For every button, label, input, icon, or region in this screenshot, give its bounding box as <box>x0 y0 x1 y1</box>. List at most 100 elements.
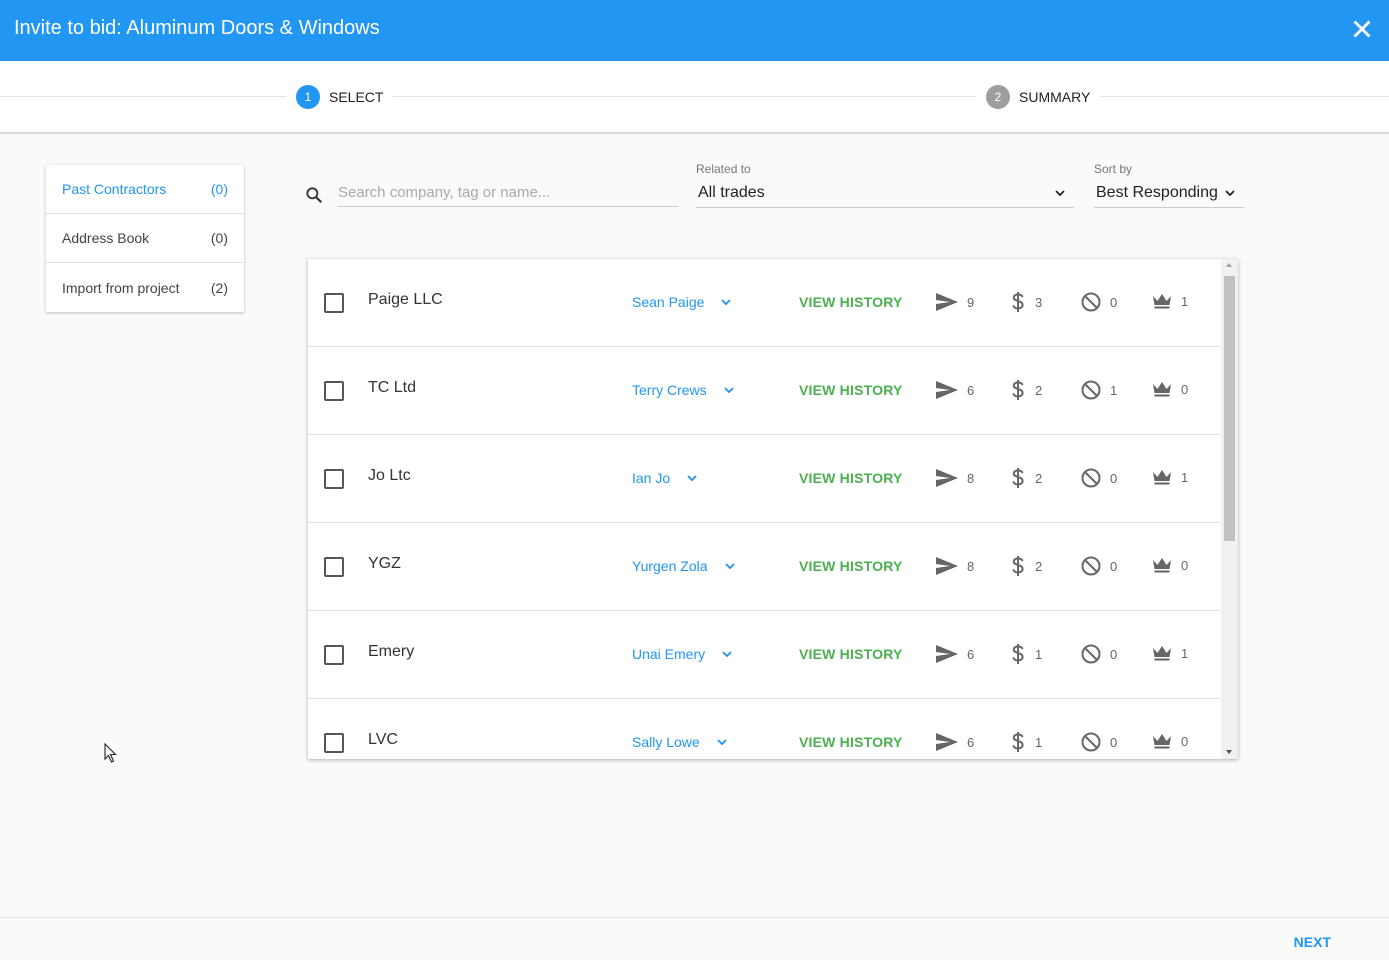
row-checkbox[interactable] <box>324 381 344 401</box>
sent-count: 8 <box>967 558 975 574</box>
crown-icon <box>1153 294 1171 309</box>
sidebar-item-count: (0) <box>210 230 228 246</box>
view-history-button[interactable]: VIEW HISTORY <box>799 294 903 310</box>
contact-dropdown[interactable]: Ian Jo <box>632 470 700 486</box>
bids-stat: 1 <box>1009 731 1042 753</box>
related-to-select[interactable]: All trades <box>696 178 1074 208</box>
step-select[interactable]: 1 SELECT <box>286 85 394 109</box>
sidebar-item-address-book[interactable]: Address Book (0) <box>46 214 244 263</box>
view-history-button[interactable]: VIEW HISTORY <box>799 646 903 662</box>
declined-stat: 0 <box>1080 555 1117 577</box>
block-icon <box>1081 292 1101 312</box>
scrollbar-thumb[interactable] <box>1224 276 1235 541</box>
block-icon <box>1081 468 1101 488</box>
sent-count: 8 <box>967 470 975 486</box>
won-count: 0 <box>1181 733 1189 749</box>
send-icon <box>936 645 958 663</box>
declined-stat: 0 <box>1080 291 1117 313</box>
search-input[interactable] <box>338 179 678 207</box>
table-row: Paige LLC Sean Paige VIEW HISTORY 9 3 0 <box>308 259 1221 347</box>
next-button[interactable]: NEXT <box>1294 934 1331 950</box>
table-row: Jo Ltc Ian Jo VIEW HISTORY 8 2 0 1 <box>308 435 1221 523</box>
bids-count: 2 <box>1035 470 1043 486</box>
company-name: Jo Ltc <box>368 467 411 484</box>
bids-stat: 2 <box>1009 379 1042 401</box>
stepper: 1 SELECT 2 SUMMARY <box>0 61 1389 134</box>
contact-name: Unai Emery <box>632 646 706 662</box>
view-history-button[interactable]: VIEW HISTORY <box>799 382 903 398</box>
contact-dropdown[interactable]: Yurgen Zola <box>632 558 738 574</box>
source-sidebar: Past Contractors (0) Address Book (0) Im… <box>46 165 244 312</box>
dollar-icon <box>1012 732 1024 752</box>
table-row: YGZ Yurgen Zola VIEW HISTORY 8 2 0 0 <box>308 523 1221 611</box>
declined-count: 1 <box>1110 382 1118 398</box>
mouse-cursor-icon <box>104 743 117 763</box>
crown-icon <box>1153 558 1171 573</box>
contact-dropdown[interactable]: Unai Emery <box>632 646 735 662</box>
table-row: TC Ltd Terry Crews VIEW HISTORY 6 2 1 0 <box>308 347 1221 435</box>
step-label: SUMMARY <box>1019 89 1091 105</box>
step-number: 2 <box>986 85 1010 109</box>
row-checkbox[interactable] <box>324 645 344 665</box>
won-stat: 0 <box>1151 731 1188 751</box>
won-stat: 0 <box>1151 555 1188 575</box>
table-scrollbar[interactable] <box>1221 259 1238 759</box>
won-count: 1 <box>1181 469 1189 485</box>
bids-count: 2 <box>1035 558 1043 574</box>
step-summary[interactable]: 2 SUMMARY <box>976 85 1101 109</box>
sidebar-item-past-contractors[interactable]: Past Contractors (0) <box>46 165 244 214</box>
table-row: LVC Sally Lowe VIEW HISTORY 6 1 0 0 <box>308 699 1221 759</box>
declined-count: 0 <box>1110 294 1118 310</box>
contact-dropdown[interactable]: Terry Crews <box>632 382 737 398</box>
dialog-header: Invite to bid: Aluminum Doors & Windows <box>0 0 1389 61</box>
send-icon <box>936 557 958 575</box>
search-icon <box>306 187 322 203</box>
related-to-value: All trades <box>698 183 765 201</box>
stepper-line <box>0 96 1389 97</box>
sent-count: 6 <box>967 382 975 398</box>
sent-stat: 8 <box>935 467 974 489</box>
bids-count: 1 <box>1035 734 1043 750</box>
row-checkbox[interactable] <box>324 557 344 577</box>
send-icon <box>936 293 958 311</box>
sent-stat: 6 <box>935 643 974 665</box>
sent-count: 9 <box>967 294 975 310</box>
contact-name: Yurgen Zola <box>632 558 708 574</box>
dollar-icon <box>1012 468 1024 488</box>
row-checkbox[interactable] <box>324 733 344 753</box>
contact-name: Sean Paige <box>632 294 705 310</box>
chevron-down-icon <box>722 651 732 658</box>
chevron-down-icon <box>1055 189 1065 196</box>
sidebar-item-label: Import from project <box>62 279 180 296</box>
won-count: 1 <box>1181 293 1189 309</box>
bids-stat: 2 <box>1009 555 1042 577</box>
dollar-icon <box>1012 556 1024 576</box>
view-history-button[interactable]: VIEW HISTORY <box>799 470 903 486</box>
scroll-up-icon[interactable] <box>1226 263 1232 267</box>
row-checkbox[interactable] <box>324 469 344 489</box>
bids-stat: 2 <box>1009 467 1042 489</box>
bids-stat: 1 <box>1009 643 1042 665</box>
contact-dropdown[interactable]: Sean Paige <box>632 294 734 310</box>
contact-name: Sally Lowe <box>632 734 700 750</box>
company-name: LVC <box>368 731 398 748</box>
declined-count: 0 <box>1110 558 1118 574</box>
won-count: 1 <box>1181 645 1189 661</box>
close-icon[interactable] <box>1349 16 1375 42</box>
row-checkbox[interactable] <box>324 293 344 313</box>
sidebar-item-import-from-project[interactable]: Import from project (2) <box>46 263 244 312</box>
contact-dropdown[interactable]: Sally Lowe <box>632 734 730 750</box>
scroll-down-icon[interactable] <box>1226 750 1232 754</box>
declined-count: 0 <box>1110 734 1118 750</box>
block-icon <box>1081 732 1101 752</box>
dollar-icon <box>1012 292 1024 312</box>
declined-stat: 1 <box>1080 379 1117 401</box>
send-icon <box>936 469 958 487</box>
sort-by-select[interactable]: Best Responding <box>1094 178 1244 208</box>
sent-count: 6 <box>967 646 975 662</box>
view-history-button[interactable]: VIEW HISTORY <box>799 558 903 574</box>
sort-by-label: Sort by <box>1094 162 1133 176</box>
bids-stat: 3 <box>1009 291 1042 313</box>
view-history-button[interactable]: VIEW HISTORY <box>799 734 903 750</box>
sidebar-item-count: (2) <box>210 279 228 296</box>
